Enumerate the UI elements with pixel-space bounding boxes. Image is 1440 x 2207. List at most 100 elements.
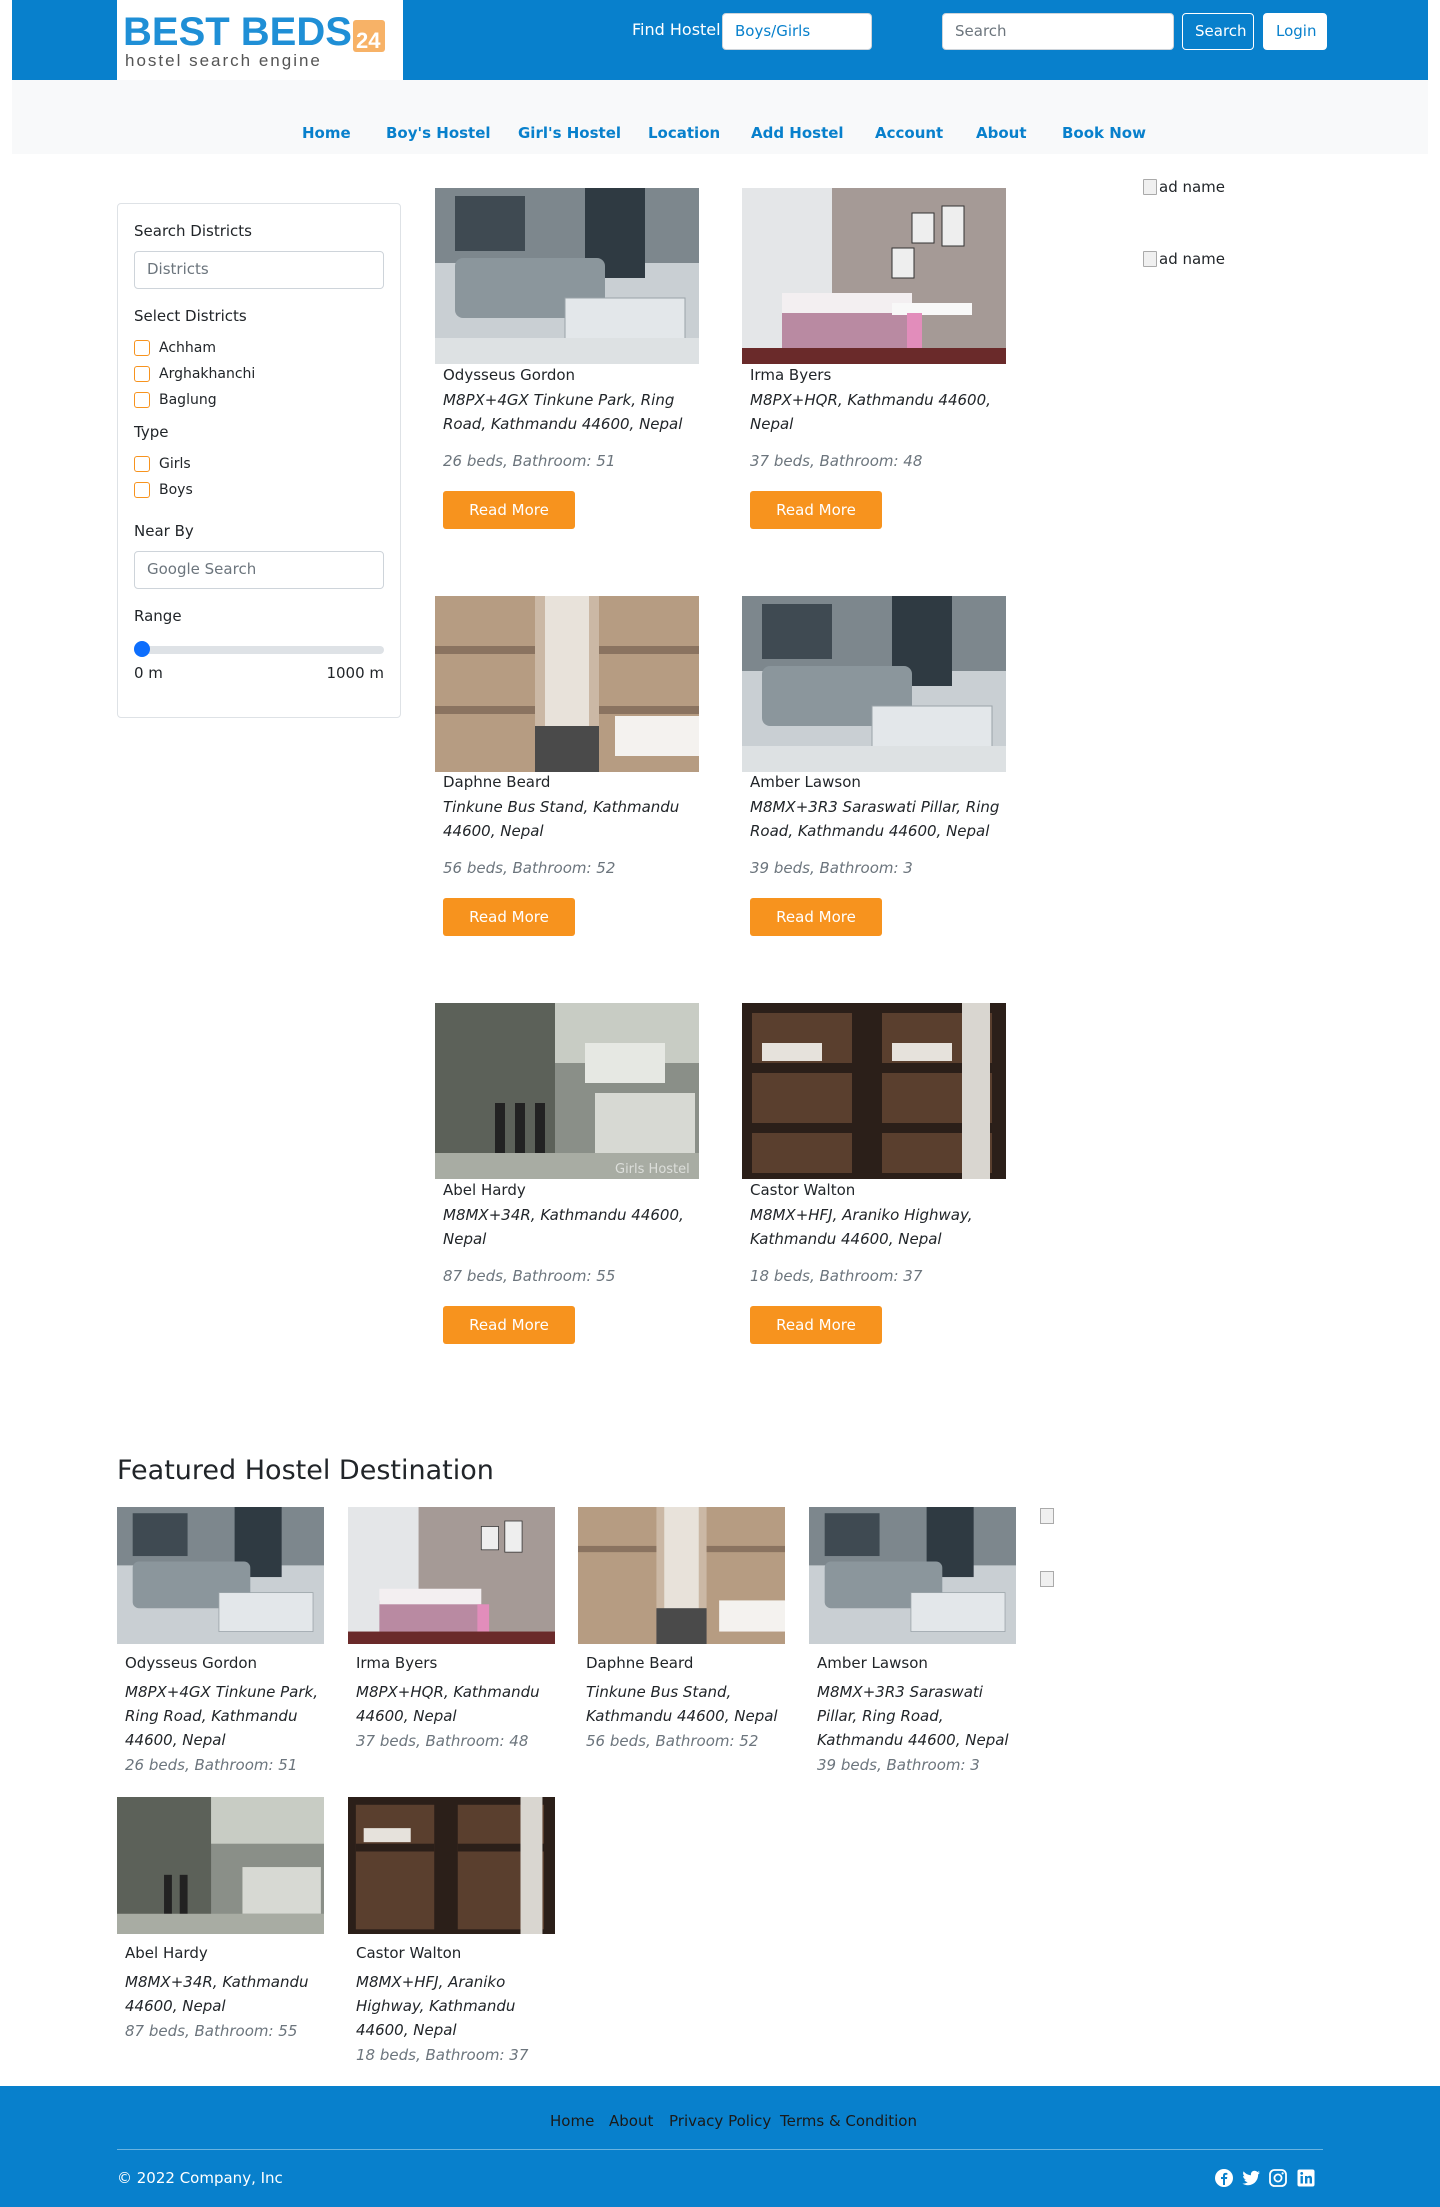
featured-hostel-address: M8MX+34R, Kathmandu 44600, Nepal (125, 1973, 309, 2015)
nav-about[interactable]: About (976, 124, 1027, 142)
nav-account[interactable]: Account (875, 124, 943, 142)
linkedin-icon[interactable] (1296, 2168, 1316, 2188)
select-districts-label: Select Districts (134, 307, 247, 325)
checkbox[interactable] (134, 392, 150, 408)
svg-text:24: 24 (356, 28, 381, 53)
instagram-icon[interactable] (1268, 2168, 1288, 2188)
svg-text:hostel search engine: hostel search engine (125, 51, 322, 70)
hostel-name[interactable]: Abel Hardy (443, 1181, 526, 1199)
featured-hostel-name[interactable]: Odysseus Gordon (125, 1654, 257, 1672)
hostel-address: M8MX+3R3 Saraswati Pillar, Ring Road, Ka… (750, 798, 1000, 840)
footer-link-home[interactable]: Home (550, 2112, 594, 2130)
broken-image-icon (1143, 179, 1157, 195)
nav-home[interactable]: Home (302, 124, 351, 142)
hostel-address: M8PX+HQR, Kathmandu 44600, Nepal (750, 391, 991, 433)
hostel-name[interactable]: Odysseus Gordon (443, 366, 575, 384)
footer-divider (117, 2149, 1323, 2150)
filter-sidebar: Search Districts Districts Select Distri… (117, 203, 401, 718)
ad-alt-text: ad name (1159, 178, 1226, 196)
hostel-image[interactable]: Girls Hostel (435, 1003, 699, 1179)
read-more-button[interactable]: Read More (443, 898, 575, 936)
header-search-button[interactable]: Search (1182, 13, 1254, 50)
district-checkbox-arghakhanchi[interactable]: Arghakhanchi (134, 366, 255, 382)
logo-graphic: BEST BEDS 24 hostel search engine (123, 12, 385, 70)
range-slider-thumb[interactable] (134, 641, 150, 657)
featured-hostel-image[interactable] (117, 1797, 324, 1934)
twitter-icon[interactable] (1241, 2168, 1261, 2188)
read-more-button[interactable]: Read More (443, 1306, 575, 1344)
facebook-icon[interactable] (1214, 2168, 1234, 2188)
hostel-beds-bathroom: 39 beds, Bathroom: 3 (750, 859, 913, 877)
site-footer: Home About Privacy Policy Terms & Condit… (0, 2086, 1440, 2207)
find-hostel-label: Find Hostel (632, 20, 721, 39)
hostel-name[interactable]: Irma Byers (750, 366, 831, 384)
footer-link-terms[interactable]: Terms & Condition (780, 2112, 917, 2130)
featured-hostel-name[interactable]: Castor Walton (356, 1944, 461, 1962)
read-more-button[interactable]: Read More (443, 491, 575, 529)
login-button[interactable]: Login (1263, 13, 1327, 50)
image-watermark: Girls Hostel (615, 1162, 690, 1177)
featured-hostel-image[interactable] (348, 1507, 555, 1644)
range-min-label: 0 m (134, 664, 163, 682)
footer-link-about[interactable]: About (609, 2112, 653, 2130)
header-search-input[interactable]: Search (942, 13, 1174, 50)
ad-banner[interactable]: ad name (1143, 178, 1225, 196)
ad-alt-text: ad name (1159, 250, 1226, 268)
hostel-name[interactable]: Castor Walton (750, 1181, 855, 1199)
featured-hostel-image[interactable] (117, 1507, 324, 1644)
hostel-image[interactable] (742, 188, 1006, 364)
checkbox[interactable] (134, 340, 150, 356)
nav-add-hostel[interactable]: Add Hostel (751, 124, 844, 142)
hostel-name[interactable]: Amber Lawson (750, 773, 861, 791)
featured-hostel-meta: 39 beds, Bathroom: 3 (817, 1756, 980, 1774)
nav-girls-hostel[interactable]: Girl's Hostel (518, 124, 621, 142)
featured-hostel-meta: 26 beds, Bathroom: 51 (125, 1756, 298, 1774)
site-logo[interactable]: BEST BEDS 24 hostel search engine (117, 0, 403, 80)
districts-list[interactable]: Achham Arghakhanchi Baglung (118, 334, 402, 408)
featured-hostel-name[interactable]: Amber Lawson (817, 1654, 928, 1672)
hostel-type-select[interactable]: Boys/Girls (722, 13, 872, 50)
hostel-image[interactable] (435, 188, 699, 364)
type-checkbox-boys[interactable]: Boys (134, 482, 193, 498)
featured-hostel-image[interactable] (578, 1507, 785, 1644)
read-more-button[interactable]: Read More (750, 1306, 882, 1344)
footer-link-privacy-policy[interactable]: Privacy Policy (669, 2112, 771, 2130)
featured-hostel-image[interactable] (809, 1507, 1016, 1644)
checkbox[interactable] (134, 366, 150, 382)
broken-image-icon[interactable] (1040, 1508, 1054, 1524)
read-more-button[interactable]: Read More (750, 491, 882, 529)
featured-hostel-meta: 56 beds, Bathroom: 52 (586, 1732, 759, 1750)
checkbox[interactable] (134, 482, 150, 498)
featured-hostel-address: M8MX+3R3 Saraswati Pillar, Ring Road, Ka… (817, 1683, 1009, 1749)
main-nav: Home Boy's Hostel Girl's Hostel Location… (12, 80, 1428, 154)
featured-hostel-address: M8MX+HFJ, Araniko Highway, Kathmandu 446… (356, 1973, 516, 2039)
hostel-image[interactable] (742, 596, 1006, 772)
featured-hostel-name[interactable]: Irma Byers (356, 1654, 437, 1672)
featured-hostel-name[interactable]: Daphne Beard (586, 1654, 693, 1672)
featured-hostel-image[interactable] (348, 1797, 555, 1934)
nav-book-now[interactable]: Book Now (1062, 124, 1146, 142)
read-more-button[interactable]: Read More (750, 898, 882, 936)
near-by-search-input[interactable]: Google Search (134, 551, 384, 589)
district-label: Achham (159, 340, 216, 356)
districts-input[interactable]: Districts (134, 251, 384, 289)
hostel-image[interactable] (435, 596, 699, 772)
near-by-label: Near By (134, 522, 194, 540)
hostel-name[interactable]: Daphne Beard (443, 773, 550, 791)
featured-hostel-meta: 37 beds, Bathroom: 48 (356, 1732, 529, 1750)
district-checkbox-achham[interactable]: Achham (134, 340, 216, 356)
featured-hostel-address: Tinkune Bus Stand, Kathmandu 44600, Nepa… (586, 1683, 778, 1725)
type-checkbox-girls[interactable]: Girls (134, 456, 191, 472)
district-checkbox-baglung[interactable]: Baglung (134, 392, 217, 408)
range-slider-track[interactable] (134, 646, 384, 654)
search-districts-label: Search Districts (134, 222, 252, 240)
featured-hostel-name[interactable]: Abel Hardy (125, 1944, 208, 1962)
ad-banner[interactable]: ad name (1143, 250, 1225, 268)
featured-section-title: Featured Hostel Destination (117, 1455, 494, 1486)
checkbox[interactable] (134, 456, 150, 472)
broken-image-icon[interactable] (1040, 1571, 1054, 1587)
hostel-beds-bathroom: 26 beds, Bathroom: 51 (443, 452, 616, 470)
nav-location[interactable]: Location (648, 124, 720, 142)
nav-boys-hostel[interactable]: Boy's Hostel (386, 124, 491, 142)
hostel-image[interactable] (742, 1003, 1006, 1179)
